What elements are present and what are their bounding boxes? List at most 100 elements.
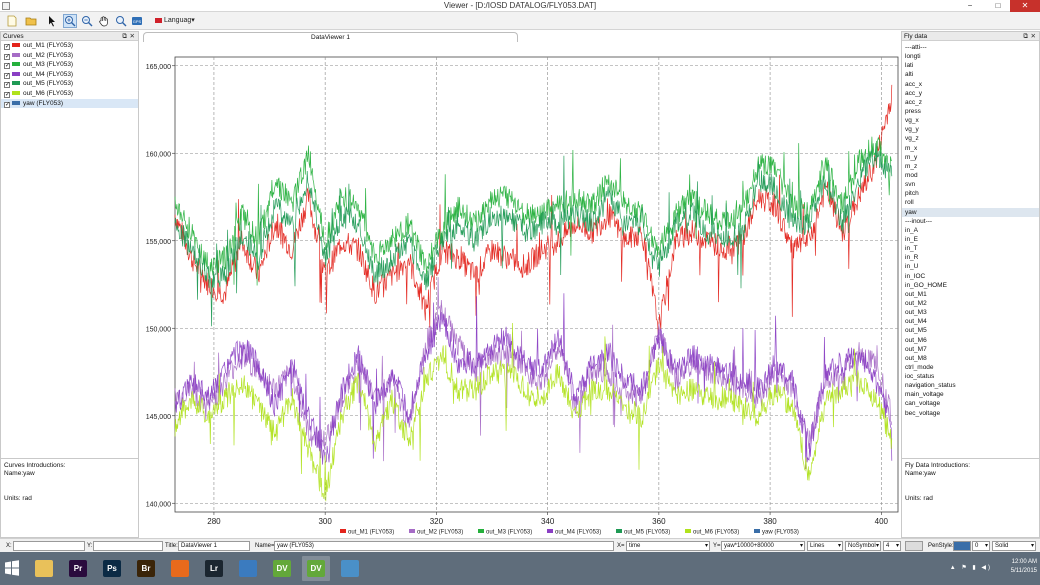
curve-item[interactable]: ✓ out_M2 (FLY053)	[1, 51, 138, 61]
fly-data-item[interactable]: in_E	[902, 235, 1039, 244]
taskbar-app-window[interactable]	[336, 556, 364, 581]
pointer-tool-button[interactable]	[45, 14, 59, 28]
curve-checkbox[interactable]: ✓	[4, 91, 10, 98]
curve-checkbox[interactable]: ✓	[4, 63, 10, 70]
open-folder-button[interactable]	[24, 14, 38, 28]
curve-checkbox[interactable]: ✓	[4, 44, 10, 50]
taskbar-app-bridge[interactable]: Br	[132, 556, 160, 581]
fly-data-item[interactable]: ctrl_mode	[902, 363, 1039, 372]
curve-item[interactable]: ✓ out_M5 (FLY053)	[1, 79, 138, 89]
curve-style-select[interactable]: Lines	[807, 541, 843, 551]
curve-item[interactable]: ✓ out_M1 (FLY053)	[1, 41, 138, 51]
fly-data-item[interactable]: press	[902, 107, 1039, 116]
taskbar-app-photoshop[interactable]: Ps	[98, 556, 126, 581]
close-button[interactable]: ✕	[1010, 0, 1040, 12]
taskbar-app-firefox[interactable]	[166, 556, 194, 581]
curve-checkbox[interactable]: ✓	[4, 72, 10, 79]
taskbar-app-dv-2[interactable]: DV	[302, 556, 330, 581]
y-coordinate-field[interactable]	[93, 541, 163, 551]
fly-data-item[interactable]: acc_z	[902, 98, 1039, 107]
fly-data-item[interactable]: in_U	[902, 262, 1039, 271]
fly-data-item[interactable]: m_z	[902, 162, 1039, 171]
curve-checkbox[interactable]: ✓	[4, 53, 10, 60]
fly-data-item[interactable]: in_IOC	[902, 272, 1039, 281]
curve-item[interactable]: ✓ out_M6 (FLY053)	[1, 89, 138, 99]
taskbar-app-file-explorer[interactable]	[30, 556, 58, 581]
fly-data-item[interactable]: vg_z	[902, 134, 1039, 143]
tab-dataviewer-1[interactable]: DataViewer 1	[143, 32, 518, 42]
width-spinbox[interactable]: 4	[883, 541, 901, 551]
fly-data-item[interactable]: navigation_status	[902, 381, 1039, 390]
fly-data-item[interactable]: in_T	[902, 244, 1039, 253]
fly-data-item[interactable]: m_x	[902, 144, 1039, 153]
curve-item[interactable]: ✓ out_M4 (FLY053)	[1, 70, 138, 80]
fly-data-item[interactable]: in_A	[902, 226, 1039, 235]
fly-data-item[interactable]: pitch	[902, 189, 1039, 198]
gps-button[interactable]: GPS	[130, 14, 144, 28]
windows-start-icon[interactable]	[4, 560, 20, 576]
curve-item[interactable]: ✓ out_M3 (FLY053)	[1, 60, 138, 70]
title-field[interactable]: DataViewer 1	[178, 541, 250, 551]
fly-data-item[interactable]: longti	[902, 52, 1039, 61]
curve-item[interactable]: ✓ yaw (FLY053)	[1, 98, 138, 109]
pen-color-swatch[interactable]	[953, 541, 971, 551]
line-style-select[interactable]: Solid	[992, 541, 1036, 551]
float-panel-icon[interactable]: ⧉	[122, 32, 127, 41]
system-tray-icons[interactable]: ▲ ⚑ ▮ ◀)	[950, 564, 992, 571]
fly-data-item[interactable]: out_M8	[902, 354, 1039, 363]
fly-data-item[interactable]: out_M2	[902, 299, 1039, 308]
x-coordinate-field[interactable]	[13, 541, 85, 551]
language-menu[interactable]: Languag▾	[155, 16, 195, 24]
fly-data-item[interactable]: bec_voltage	[902, 409, 1039, 418]
maximize-button[interactable]: □	[986, 0, 1010, 12]
fly-data-item[interactable]: out_M1	[902, 290, 1039, 299]
chart[interactable]: 280 300 320 340 360 380 400 140,000 145,000 150,0…	[140, 42, 900, 538]
fly-data-item[interactable]: m_y	[902, 153, 1039, 162]
zoom-in-button[interactable]	[63, 14, 77, 28]
fly-data-item[interactable]: out_M4	[902, 317, 1039, 326]
name-field[interactable]: yaw (FLY053)	[274, 541, 614, 551]
fly-data-item[interactable]: svn	[902, 180, 1039, 189]
clock[interactable]: 12:00 AM 5/11/2015	[1011, 558, 1037, 576]
float-panel-icon[interactable]: ⧉	[1023, 32, 1028, 41]
taskbar-app-network[interactable]	[234, 556, 262, 581]
zoom-reset-button[interactable]	[114, 14, 128, 28]
zoom-out-button[interactable]	[80, 14, 94, 28]
fly-data-item[interactable]: in_R	[902, 253, 1039, 262]
taskbar-app-premiere[interactable]: Pr	[64, 556, 92, 581]
minimize-button[interactable]: −	[958, 0, 982, 12]
fly-data-item[interactable]: can_voltage	[902, 399, 1039, 408]
fly-data-item[interactable]: out_M7	[902, 345, 1039, 354]
fly-data-item[interactable]: out_M5	[902, 326, 1039, 335]
pan-button[interactable]	[97, 14, 111, 28]
x-expr-select[interactable]: time	[626, 541, 710, 551]
fly-data-item[interactable]: acc_x	[902, 80, 1039, 89]
close-panel-icon[interactable]: ✕	[130, 32, 135, 41]
y-expr-select[interactable]: yaw*10000+80000	[721, 541, 805, 551]
close-panel-icon[interactable]: ✕	[1031, 32, 1036, 41]
new-file-button[interactable]	[5, 14, 19, 28]
fly-data-item[interactable]: ---inout---	[902, 217, 1039, 226]
x-tick-label: 380	[763, 517, 777, 526]
fly-data-item[interactable]: in_GO_HOME	[902, 281, 1039, 290]
fly-data-item[interactable]: acc_y	[902, 89, 1039, 98]
fly-data-item[interactable]: out_M6	[902, 336, 1039, 345]
fly-data-item[interactable]: lati	[902, 61, 1039, 70]
fly-data-item[interactable]: vg_x	[902, 116, 1039, 125]
curve-checkbox[interactable]: ✓	[4, 101, 10, 108]
fly-data-item[interactable]: alti	[902, 70, 1039, 79]
fly-data-item[interactable]: mod	[902, 171, 1039, 180]
color-picker-button[interactable]	[905, 541, 923, 551]
fly-data-item[interactable]: vg_y	[902, 125, 1039, 134]
pen-width-spinbox[interactable]: 0	[972, 541, 990, 551]
curve-checkbox[interactable]: ✓	[4, 82, 10, 89]
fly-data-item[interactable]: yaw	[902, 207, 1039, 217]
symbol-select[interactable]: NoSymbol	[845, 541, 881, 551]
taskbar-app-lightroom[interactable]: Lr	[200, 556, 228, 581]
fly-data-item[interactable]: roll	[902, 198, 1039, 207]
fly-data-item[interactable]: ioc_status	[902, 372, 1039, 381]
fly-data-item[interactable]: out_M3	[902, 308, 1039, 317]
fly-data-item[interactable]: ---atti---	[902, 43, 1039, 52]
taskbar-app-dv-1[interactable]: DV	[268, 556, 296, 581]
fly-data-item[interactable]: main_voltage	[902, 390, 1039, 399]
